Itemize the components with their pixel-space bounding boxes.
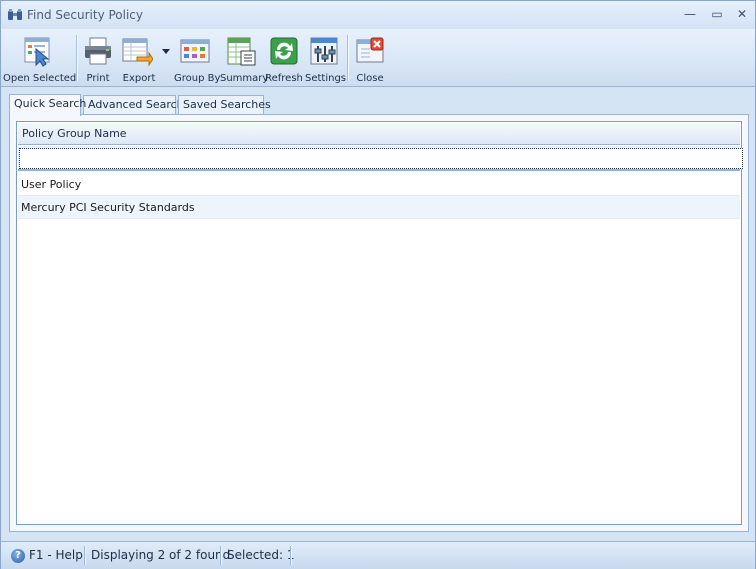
tab-advanced-search[interactable]: Advanced Search [83,95,184,115]
group-by-button[interactable]: Group By [174,32,221,86]
export-button[interactable]: Export [121,32,171,86]
toolbar-separator [76,35,77,81]
column-header-policy-group-name[interactable]: Policy Group Name [22,127,127,140]
tab-saved-searches[interactable]: Saved Searches [178,95,271,115]
tab-quick-search[interactable]: Quick Search [9,94,86,116]
status-separator [84,546,85,565]
displaying-count: Displaying 2 of 2 found [91,548,231,562]
window-title: Find Security Policy [27,8,144,22]
printer-icon [85,37,111,65]
toolbar: Open Selected Print Export Group By Summ… [1,29,755,87]
help-status[interactable]: F1 - Help [29,548,83,562]
quick-search-panel: Policy Group Name User Policy Mercury PC… [9,114,749,532]
export-icon [122,38,153,67]
summary-icon [227,37,256,66]
filter-input[interactable] [19,148,743,169]
filter-row [18,146,743,171]
open-selected-button[interactable]: Open Selected [3,32,77,86]
chevron-down-icon[interactable] [162,49,170,54]
print-button[interactable]: Print [81,32,115,86]
status-separator [290,546,291,565]
refresh-label: Refresh [265,73,303,84]
title-bar: Find Security Policy — ▭ ✕ [1,1,755,29]
summary-button[interactable]: Summary [220,32,269,86]
refresh-button[interactable]: Refresh [265,32,303,86]
export-label: Export [122,73,156,84]
close-icon[interactable]: ✕ [733,6,751,22]
find-security-policy-window: Find Security Policy — ▭ ✕ Open Selected [0,0,756,569]
policy-name-cell: Mercury PCI Security Standards [21,201,195,214]
summary-label: Summary [220,73,269,84]
table-row[interactable]: User Policy [18,173,740,196]
toolbar-separator [347,35,348,81]
settings-label: Settings [305,73,347,84]
refresh-icon [270,37,298,65]
selected-count: Selected: 1 [227,548,295,562]
open-selected-icon [24,37,50,67]
close-button[interactable]: Close [352,32,388,86]
group-by-label: Group By [174,73,221,84]
table-row[interactable]: Mercury PCI Security Standards [18,196,740,219]
status-separator [220,546,221,565]
print-label: Print [86,73,110,84]
status-bar: ? F1 - Help Displaying 2 of 2 found Sele… [1,541,755,569]
close-label: Close [356,73,384,84]
grid-header: Policy Group Name [18,123,740,145]
group-by-icon [180,39,210,63]
settings-button[interactable]: Settings [305,32,347,86]
minimize-icon[interactable]: — [681,6,699,22]
help-icon[interactable]: ? [11,549,25,563]
open-selected-label: Open Selected [3,73,77,84]
results-grid: Policy Group Name User Policy Mercury PC… [16,121,743,525]
maximize-icon[interactable]: ▭ [708,6,726,22]
settings-icon [310,37,338,65]
binoculars-icon [8,9,22,20]
policy-name-cell: User Policy [21,178,82,191]
close-window-icon [356,37,384,63]
